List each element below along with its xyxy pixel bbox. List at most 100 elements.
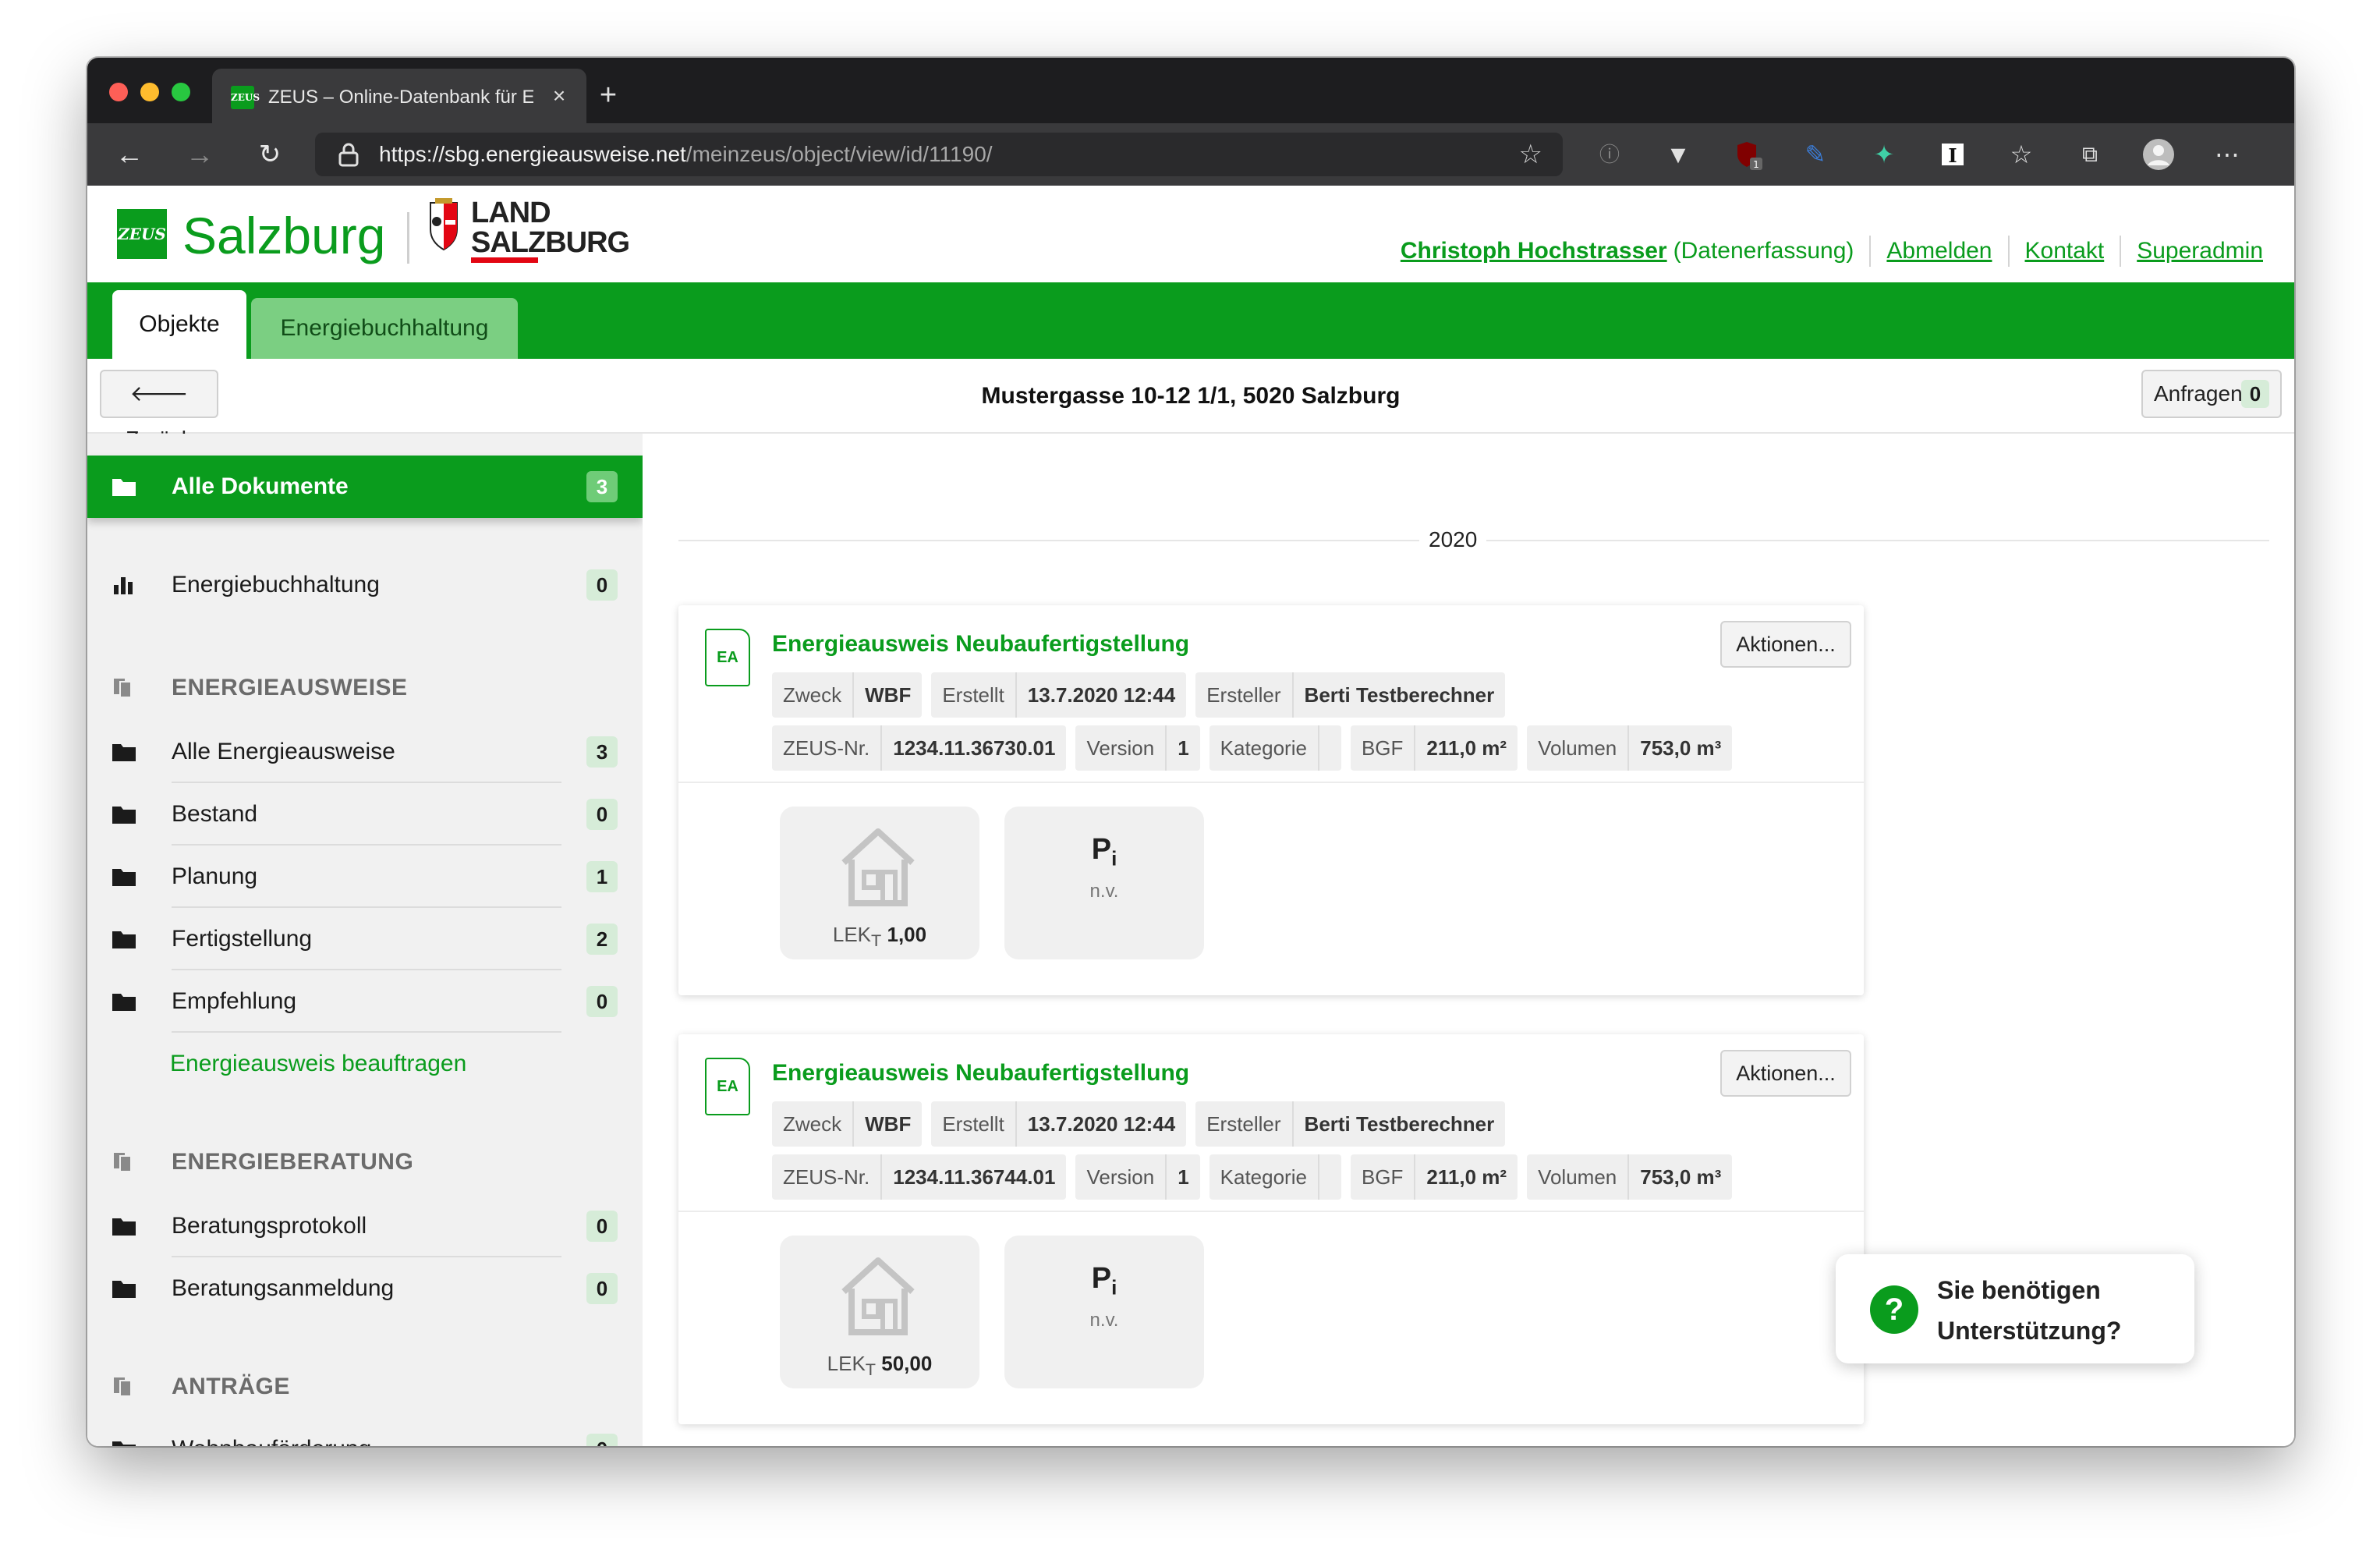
svg-text:I: I <box>1948 144 1957 167</box>
meta-row-1: Zweck WBF Erstellt 13.7.2020 12:44 Erstell… <box>772 1101 1506 1147</box>
primary-energy-tile: Pi n.v. <box>1004 807 1204 959</box>
primary-energy-symbol: Pi <box>1004 1259 1204 1307</box>
lek-value-label: LEKT 50,00 <box>780 1349 979 1384</box>
meta-value: 211,0 m² <box>1414 725 1518 771</box>
sidebar-item-empfehlung[interactable]: Empfehlung 0 <box>87 970 643 1033</box>
sidebar-item-planung[interactable]: Planung 1 <box>87 846 643 908</box>
info-icon[interactable]: ⓘ <box>1592 137 1627 172</box>
count-badge: 0 <box>586 1434 618 1446</box>
count-badge: 2 <box>586 924 618 955</box>
energieausweis-card[interactable]: EA Energieausweis Neubaufertigstellung A… <box>678 1034 1864 1424</box>
lek-value: 50,00 <box>881 1352 933 1375</box>
sidebar-heading-energieausweise: ENERGIEAUSWEISE <box>87 657 643 719</box>
meta-key: Ersteller <box>1206 1112 1281 1136</box>
land-logo-underline <box>471 257 538 263</box>
back-arrow-icon[interactable]: ← <box>111 136 148 173</box>
sidebar-item-alle-dokumente[interactable]: Alle Dokumente 3 <box>87 456 643 518</box>
count-badge: 3 <box>586 471 618 502</box>
reload-icon[interactable]: ↻ <box>251 136 289 173</box>
question-mark-icon: ? <box>1870 1285 1918 1334</box>
ublock-extension-icon[interactable]: 1 <box>1730 137 1764 172</box>
meta-value: WBF <box>852 1101 922 1147</box>
logo-text[interactable]: Salzburg <box>182 206 386 265</box>
meta-key: Volumen <box>1538 736 1617 760</box>
tab-objekte[interactable]: Objekte <box>112 290 246 359</box>
folder-icon <box>112 994 136 1011</box>
primary-energy-symbol: Pi <box>1004 830 1204 878</box>
meta-chip: BGF 211,0 m² <box>1350 725 1518 771</box>
sidebar-item-label: Alle Energieausweise <box>172 739 395 764</box>
feather-extension-icon[interactable]: ✎ <box>1798 137 1833 172</box>
sidebar-heading-label: ENERGIEBERATUNG <box>172 1149 414 1175</box>
support-widget[interactable]: ? Sie benötigen Unterstützung? <box>1836 1254 2194 1363</box>
meta-key: ZEUS-Nr. <box>783 736 870 760</box>
sidebar-item-fertigstellung[interactable]: Fertigstellung 2 <box>87 908 643 970</box>
anfragen-count-badge: 0 <box>2241 380 2269 408</box>
land-line1: LAND <box>471 197 551 229</box>
forward-arrow-icon[interactable]: → <box>181 136 218 173</box>
meta-row-2: ZEUS-Nr. 1234.11.36730.01 Version 1 Katego… <box>772 725 1733 771</box>
instapaper-extension-icon[interactable]: I <box>1936 137 1970 172</box>
sidebar-item-label: Bestand <box>172 801 258 827</box>
sidebar-item-alle-energieausweise[interactable]: Alle Energieausweise 3 <box>87 721 643 783</box>
sidebar-item-wohnbaufoerderung[interactable]: Wohnbauförderung 0 <box>87 1418 643 1446</box>
zeus-logo[interactable]: ZEUS <box>117 209 167 259</box>
browser-tab[interactable]: ZEUS ZEUS – Online-Datenbank für Energie… <box>212 69 586 123</box>
meta-value: 1 <box>1165 1154 1199 1200</box>
primary-energy-value: n.v. <box>1089 1310 1119 1331</box>
meta-key: BGF <box>1361 1165 1404 1189</box>
new-tab-button[interactable]: + <box>591 78 625 112</box>
count-badge: 0 <box>586 1211 618 1242</box>
sidebar-item-beratungsanmeldung[interactable]: Beratungsanmeldung 0 <box>87 1257 643 1320</box>
lek-value-label: LEKT 1,00 <box>780 920 979 955</box>
lek-subscript: T <box>865 1360 877 1380</box>
collections-icon[interactable]: ⧉ <box>2073 137 2107 172</box>
lek-value: 1,00 <box>887 923 927 946</box>
vivaldi-extension-icon[interactable]: ▼ <box>1661 137 1695 172</box>
support-line-1: Sie benötigen <box>1937 1276 2101 1304</box>
meta-value: 753,0 m³ <box>1627 725 1732 771</box>
close-window-button[interactable] <box>109 83 128 101</box>
meta-value: 753,0 m³ <box>1627 1154 1732 1200</box>
energieausweis-card[interactable]: EA Energieausweis Neubaufertigstellung A… <box>678 605 1864 995</box>
logout-link[interactable]: Abmelden <box>1886 234 1992 268</box>
contact-link[interactable]: Kontakt <box>2025 234 2105 268</box>
favorites-icon[interactable]: ☆ <box>2004 137 2038 172</box>
sidebar-item-beratungsprotokoll[interactable]: Beratungsprotokoll 0 <box>87 1195 643 1257</box>
site-header: ZEUS Salzburg LAND SALZBURG Christoph Ho… <box>87 186 2294 282</box>
bookmark-star-icon[interactable]: ☆ <box>1519 139 1542 170</box>
profile-avatar-icon[interactable] <box>2141 137 2176 172</box>
meta-chip: Erstellt 13.7.2020 12:44 <box>931 1101 1187 1147</box>
sidebar-item-bestand[interactable]: Bestand 0 <box>87 783 643 846</box>
folder-icon <box>112 1218 136 1236</box>
tab-energiebuchhaltung[interactable]: Energiebuchhaltung <box>251 298 518 359</box>
sidebar-item-energiebuchhaltung[interactable]: Energiebuchhaltung 0 <box>87 554 643 616</box>
close-tab-icon[interactable]: × <box>546 83 572 109</box>
meta-chip: Volumen 753,0 m³ <box>1527 1154 1733 1200</box>
meta-chip: Zweck WBF <box>772 672 923 718</box>
aktionen-button[interactable]: Aktionen... <box>1720 1050 1851 1097</box>
more-menu-icon[interactable]: ⋯ <box>2210 137 2244 172</box>
anfragen-label: Anfragen <box>2154 381 2243 406</box>
address-bar[interactable]: https://sbg.energieausweise.net/meinzeus… <box>315 133 1563 176</box>
p-label: P <box>1091 833 1112 866</box>
sidebar-item-label: Fertigstellung <box>172 926 313 952</box>
support-text: Sie benötigen Unterstützung? <box>1937 1270 2171 1351</box>
superadmin-link[interactable]: Superadmin <box>2137 234 2263 268</box>
aktionen-button[interactable]: Aktionen... <box>1720 621 1851 668</box>
lek-tile: LEKT 1,00 <box>780 807 979 959</box>
card-title-link[interactable]: Energieausweis Neubaufertigstellung <box>772 627 1189 661</box>
meta-chip: Zweck WBF <box>772 1101 923 1147</box>
energieausweis-beauftragen-link[interactable]: Energieausweis beauftragen <box>170 1048 466 1080</box>
count-badge: 0 <box>586 799 618 830</box>
link-divider <box>2120 236 2122 267</box>
bird-extension-icon[interactable]: ✦ <box>1867 137 1901 172</box>
anfragen-button[interactable]: Anfragen 0 <box>2141 370 2282 418</box>
user-role: (Datenerfassung) <box>1673 238 1854 264</box>
maximize-window-button[interactable] <box>172 83 190 101</box>
minimize-window-button[interactable] <box>140 83 159 101</box>
card-title-link[interactable]: Energieausweis Neubaufertigstellung <box>772 1056 1189 1090</box>
browser-toolbar: ← → ↻ https://sbg.energieausweise.net/me… <box>87 123 2294 186</box>
sidebar-item-label: Empfehlung <box>172 988 297 1014</box>
user-name-link[interactable]: Christoph Hochstrasser <box>1401 234 1667 268</box>
